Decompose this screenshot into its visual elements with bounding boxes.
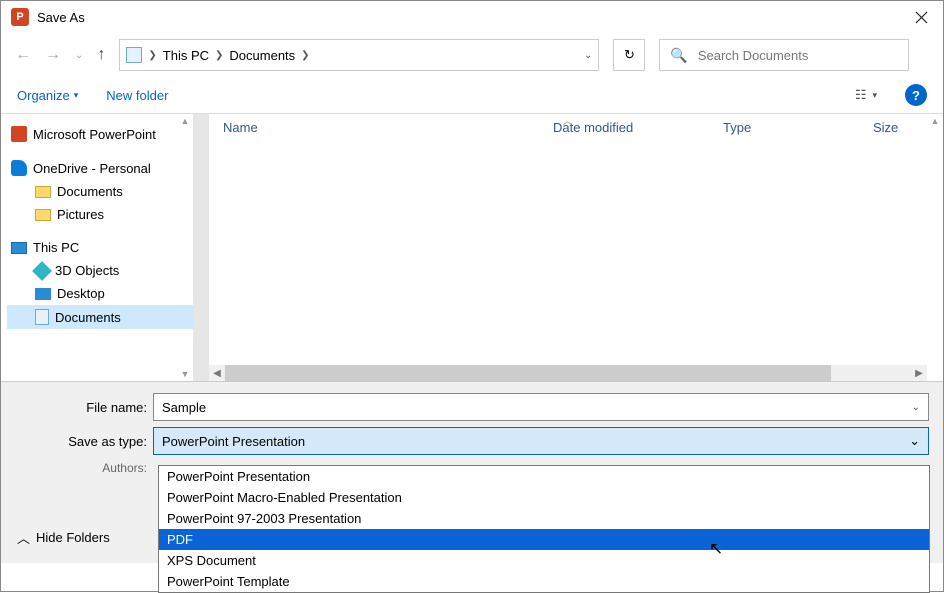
save-as-type-value: PowerPoint Presentation [162,434,305,449]
refresh-icon: ↻ [624,47,635,63]
breadcrumb-dropdown-icon[interactable]: ⌄ [584,50,592,61]
column-header-date[interactable]: Date modified [553,120,723,135]
chevron-down-icon: ▾ [872,90,877,101]
authors-label: Authors: [1,461,153,475]
type-option-template[interactable]: PowerPoint Template [159,571,929,592]
scroll-left-icon[interactable]: ◀ [209,368,225,379]
column-header-name[interactable]: Name [223,120,553,135]
powerpoint-app-icon: P [11,8,29,26]
close-button[interactable] [899,1,943,33]
hscroll-thumb[interactable] [225,365,831,381]
nav-back-button[interactable]: ← [15,46,31,64]
tree-item-onedrive[interactable]: OneDrive - Personal [7,156,193,180]
new-folder-button[interactable]: New folder [106,88,168,103]
filename-label: File name: [1,400,153,415]
scroll-down-icon[interactable]: ▼ [181,369,190,379]
type-option-pptm[interactable]: PowerPoint Macro-Enabled Presentation [159,487,929,508]
scroll-up-icon[interactable]: ▲ [181,116,190,126]
file-list-pane: ▲ ︿ Name Date modified Type Size ◀ ▶ [193,114,943,381]
nav-up-button[interactable]: ↑ [97,46,105,64]
help-button[interactable]: ? [905,84,927,106]
type-option-xps[interactable]: XPS Document [159,550,929,571]
tree-item-powerpoint[interactable]: Microsoft PowerPoint [7,122,193,146]
scroll-right-icon[interactable]: ▶ [911,368,927,379]
breadcrumb-thispc[interactable]: This PC [163,48,209,63]
breadcrumb-bar[interactable]: ❯ This PC ❯ Documents ❯ ⌄ [119,39,599,71]
search-placeholder: Search Documents [698,48,809,63]
close-icon [915,11,928,24]
onedrive-icon [11,160,27,176]
chevron-up-icon: ︿ [17,528,30,547]
hide-folders-button[interactable]: ︿ Hide Folders [17,528,110,547]
chevron-down-icon[interactable]: ⌄ [909,433,920,449]
type-option-ppt97[interactable]: PowerPoint 97-2003 Presentation [159,508,929,529]
filename-input[interactable]: Sample ⌄ [153,393,929,421]
thispc-icon [11,242,27,254]
sort-indicator-icon: ︿ [563,114,572,127]
sidebar-scrollbar[interactable]: ▲▼ [177,114,193,381]
chevron-right-icon[interactable]: ❯ [215,50,223,61]
folder-icon [35,209,51,221]
tree-item-onedrive-pictures[interactable]: Pictures [7,203,193,226]
refresh-button[interactable]: ↻ [613,39,645,71]
chevron-down-icon[interactable]: ⌄ [912,402,920,413]
type-option-pdf[interactable]: PDF [159,529,929,550]
save-as-type-label: Save as type: [1,434,153,449]
save-as-type-select[interactable]: PowerPoint Presentation ⌄ [153,427,929,455]
window-title: Save As [37,10,899,25]
chevron-down-icon: ▾ [74,90,79,101]
documents-icon [35,309,49,325]
powerpoint-icon [11,126,27,142]
search-input[interactable]: 🔍 Search Documents [659,39,909,71]
nav-forward-button[interactable]: → [45,46,61,64]
organize-button[interactable]: Organize▾ [17,88,78,103]
tree-item-documents[interactable]: Documents [7,305,193,329]
breadcrumb-documents[interactable]: Documents [229,48,295,63]
filepane-hscroll[interactable]: ◀ ▶ [209,365,927,381]
tree-item-thispc[interactable]: This PC [7,236,193,259]
tree-item-3dobjects[interactable]: 3D Objects [7,259,193,282]
desktop-icon [35,288,51,300]
chevron-right-icon[interactable]: ❯ [301,50,309,61]
column-header-type[interactable]: Type [723,120,873,135]
type-option-ppt[interactable]: PowerPoint Presentation [159,466,929,487]
save-as-type-dropdown: PowerPoint Presentation PowerPoint Macro… [158,465,930,593]
search-icon: 🔍 [670,47,687,64]
folder-icon [35,186,51,198]
view-options-button[interactable]: ☷▾ [855,87,877,103]
pane-splitter[interactable] [193,114,209,381]
folder-tree-sidebar: ▲▼ Microsoft PowerPoint OneDrive - Perso… [1,114,193,381]
tree-item-onedrive-documents[interactable]: Documents [7,180,193,203]
column-header-size[interactable]: Size [873,120,933,135]
3dobjects-icon [32,261,52,281]
chevron-right-icon[interactable]: ❯ [148,50,156,61]
tree-item-desktop[interactable]: Desktop [7,282,193,305]
nav-recent-button[interactable]: ⌄ [75,50,83,61]
filepane-vscroll[interactable]: ▲ [927,114,943,381]
filename-value: Sample [162,400,206,415]
view-list-icon: ☷ [855,87,867,103]
location-icon [126,47,142,63]
